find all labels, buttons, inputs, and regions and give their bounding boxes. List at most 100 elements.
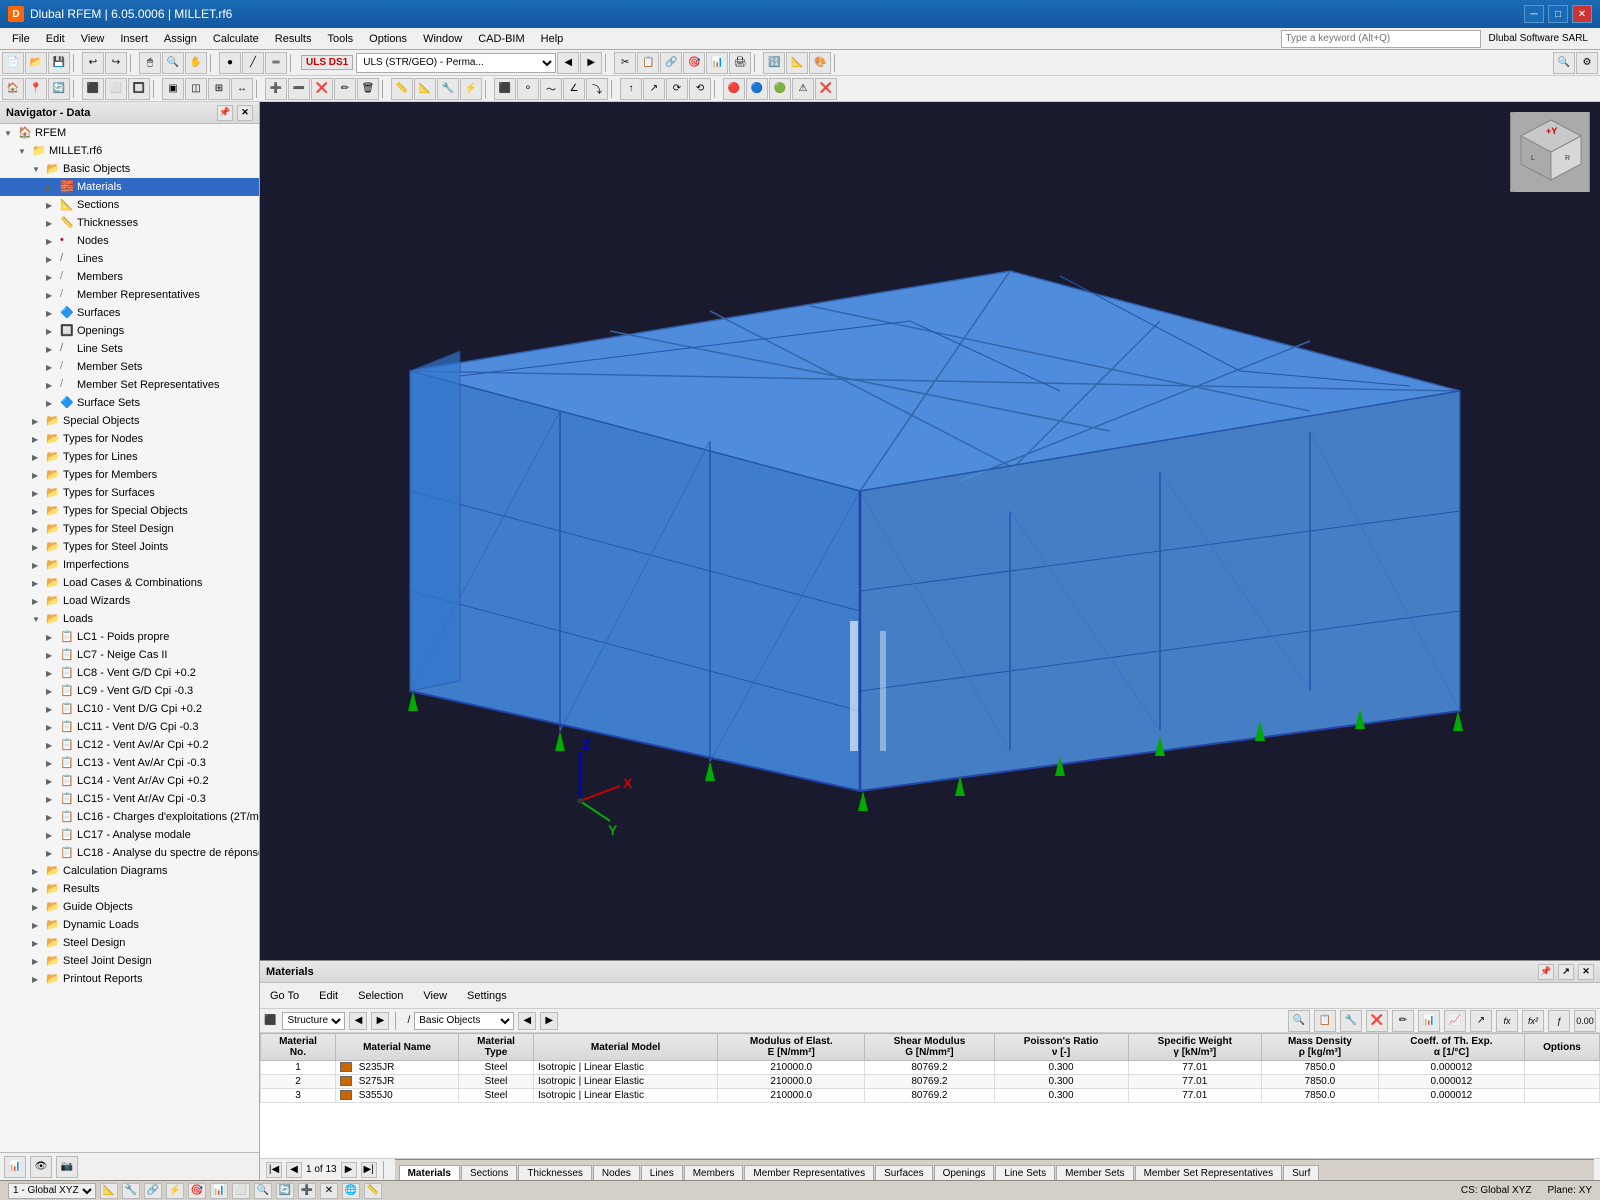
table-row[interactable]: 2 S275JR Steel Isotropic | Linear Elasti… (261, 1075, 1600, 1089)
search-input[interactable] (1281, 30, 1481, 48)
settings-btn[interactable]: ⚙ (1576, 52, 1598, 74)
mat-tb-7[interactable]: 📈 (1444, 1010, 1466, 1032)
status-tb-11[interactable]: ✕ (320, 1183, 338, 1199)
mat-selection[interactable]: Selection (352, 988, 409, 1004)
tb2-2[interactable]: 📍 (25, 78, 47, 100)
tree-loads[interactable]: ▼ 📂 Loads (0, 610, 259, 628)
tree-lc1[interactable]: ▶ 📋 LC1 - Poids propre (0, 628, 259, 646)
tree-members[interactable]: ▶ / Members (0, 268, 259, 286)
tab-lines[interactable]: Lines (641, 1165, 683, 1181)
node-btn[interactable]: ● (219, 52, 241, 74)
mat-tb-2[interactable]: 📋 (1314, 1010, 1336, 1032)
tb2-18[interactable]: 🔧 (437, 78, 459, 100)
status-tb-9[interactable]: 🔄 (276, 1183, 294, 1199)
tb2-16[interactable]: 📏 (391, 78, 413, 100)
tab-line-sets[interactable]: Line Sets (995, 1165, 1055, 1181)
tree-lc15[interactable]: ▶ 📋 LC15 - Vent Ar/Av Cpi -0.3 (0, 790, 259, 808)
tab-materials[interactable]: Materials (399, 1165, 460, 1181)
tb2-14[interactable]: ✏ (334, 78, 356, 100)
status-tb-13[interactable]: 📏 (364, 1183, 382, 1199)
mat-view[interactable]: View (417, 988, 453, 1004)
mat-edit[interactable]: Edit (313, 988, 344, 1004)
status-tb-5[interactable]: 🎯 (188, 1183, 206, 1199)
tree-steel-joint-design[interactable]: ▶ 📂 Steel Joint Design (0, 952, 259, 970)
minimize-button[interactable]: ─ (1524, 5, 1544, 23)
tree-load-wizards[interactable]: ▶ 📂 Load Wizards (0, 592, 259, 610)
menu-tools[interactable]: Tools (319, 31, 361, 47)
tree-openings[interactable]: ▶ 🔲 Openings (0, 322, 259, 340)
tb2-5[interactable]: ⬜ (105, 78, 127, 100)
tab-surf[interactable]: Surf (1283, 1165, 1319, 1181)
tb2-32[interactable]: ⚠ (792, 78, 814, 100)
tb-btn-7[interactable]: 🔢 (763, 52, 785, 74)
menu-results[interactable]: Results (267, 31, 320, 47)
tb2-25[interactable]: ↑ (620, 78, 642, 100)
structure-select[interactable]: Structure (282, 1012, 345, 1030)
status-tb-10[interactable]: ➕ (298, 1183, 316, 1199)
tree-lc18[interactable]: ▶ 📋 LC18 - Analyse du spectre de réponse (0, 844, 259, 862)
nav-pin-btn[interactable]: 📌 (217, 105, 233, 121)
tb-btn-2[interactable]: 📋 (637, 52, 659, 74)
tab-member-reps[interactable]: Member Representatives (744, 1165, 874, 1181)
tree-special-objects[interactable]: ▶ 📂 Special Objects (0, 412, 259, 430)
tb2-26[interactable]: ↗ (643, 78, 665, 100)
tree-printout[interactable]: ▶ 📂 Printout Reports (0, 970, 259, 988)
basic-objects-select[interactable]: Basic Objects (414, 1012, 514, 1030)
tb-btn-6[interactable]: 🖨 (729, 52, 751, 74)
tree-nodes[interactable]: ▶ • Nodes (0, 232, 259, 250)
tree-lc11[interactable]: ▶ 📋 LC11 - Vent D/G Cpi -0.3 (0, 718, 259, 736)
tree-imperfections[interactable]: ▶ 📂 Imperfections (0, 556, 259, 574)
undo-btn[interactable]: ↩ (82, 52, 104, 74)
line-btn[interactable]: ╱ (242, 52, 264, 74)
tb2-1[interactable]: 🏠 (2, 78, 24, 100)
status-tb-8[interactable]: 🔍 (254, 1183, 272, 1199)
tab-member-sets[interactable]: Member Sets (1056, 1165, 1133, 1181)
tb2-12[interactable]: ➖ (288, 78, 310, 100)
tree-results[interactable]: ▶ 📂 Results (0, 880, 259, 898)
tree-lc8[interactable]: ▶ 📋 LC8 - Vent G/D Cpi +0.2 (0, 664, 259, 682)
tb2-11[interactable]: ➕ (265, 78, 287, 100)
tab-thicknesses[interactable]: Thicknesses (518, 1165, 592, 1181)
menu-insert[interactable]: Insert (112, 31, 156, 47)
prev-btn[interactable]: ◀ (557, 52, 579, 74)
tree-thicknesses[interactable]: ▶ 📏 Thicknesses (0, 214, 259, 232)
filter-next[interactable]: ▶ (371, 1012, 389, 1030)
mat-tb-5[interactable]: ✏ (1392, 1010, 1414, 1032)
status-tb-4[interactable]: ⚡ (166, 1183, 184, 1199)
menu-options[interactable]: Options (361, 31, 415, 47)
nav-cube[interactable]: +Y L R (1510, 112, 1590, 192)
menu-window[interactable]: Window (415, 31, 470, 47)
tab-sections[interactable]: Sections (461, 1165, 517, 1181)
tree-dynamic-loads[interactable]: ▶ 📂 Dynamic Loads (0, 916, 259, 934)
page-prev[interactable]: ◀ (286, 1162, 302, 1178)
tab-members[interactable]: Members (684, 1165, 744, 1181)
tb2-3[interactable]: 🔄 (48, 78, 70, 100)
tb2-30[interactable]: 🔵 (746, 78, 768, 100)
member-btn[interactable]: ═ (265, 52, 287, 74)
tree-surfaces[interactable]: ▶ 🔷 Surfaces (0, 304, 259, 322)
status-tb-3[interactable]: 🔗 (144, 1183, 162, 1199)
tb2-13[interactable]: ❌ (311, 78, 333, 100)
tree-member-sets[interactable]: ▶ / Member Sets (0, 358, 259, 376)
tree-lc10[interactable]: ▶ 📋 LC10 - Vent D/G Cpi +0.2 (0, 700, 259, 718)
zoom-btn[interactable]: 🔍 (162, 52, 184, 74)
coord-system-select[interactable]: 1 - Global XYZ (8, 1183, 96, 1199)
tree-materials[interactable]: ▶ 🧱 Materials (0, 178, 259, 196)
tree-basic-objects[interactable]: ▼ 📂 Basic Objects (0, 160, 259, 178)
tree-load-cases[interactable]: ▶ 📂 Load Cases & Combinations (0, 574, 259, 592)
menu-calculate[interactable]: Calculate (205, 31, 267, 47)
tree-lc12[interactable]: ▶ 📋 LC12 - Vent Av/Ar Cpi +0.2 (0, 736, 259, 754)
close-button[interactable]: ✕ (1572, 5, 1592, 23)
tb2-33[interactable]: ❌ (815, 78, 837, 100)
tree-types-nodes[interactable]: ▶ 📂 Types for Nodes (0, 430, 259, 448)
mat-tb-3[interactable]: 🔧 (1340, 1010, 1362, 1032)
tb2-7[interactable]: ▣ (162, 78, 184, 100)
tree-member-set-reps[interactable]: ▶ / Member Set Representatives (0, 376, 259, 394)
tb-btn-4[interactable]: 🎯 (683, 52, 705, 74)
tb2-17[interactable]: 📐 (414, 78, 436, 100)
mat-float-btn[interactable]: ↗ (1558, 964, 1574, 980)
tree-types-surfaces[interactable]: ▶ 📂 Types for Surfaces (0, 484, 259, 502)
mat-tb-fxy[interactable]: fx² (1522, 1010, 1544, 1032)
table-row[interactable]: 3 S355J0 Steel Isotropic | Linear Elasti… (261, 1089, 1600, 1103)
table-row[interactable]: 1 S235JR Steel Isotropic | Linear Elasti… (261, 1061, 1600, 1075)
